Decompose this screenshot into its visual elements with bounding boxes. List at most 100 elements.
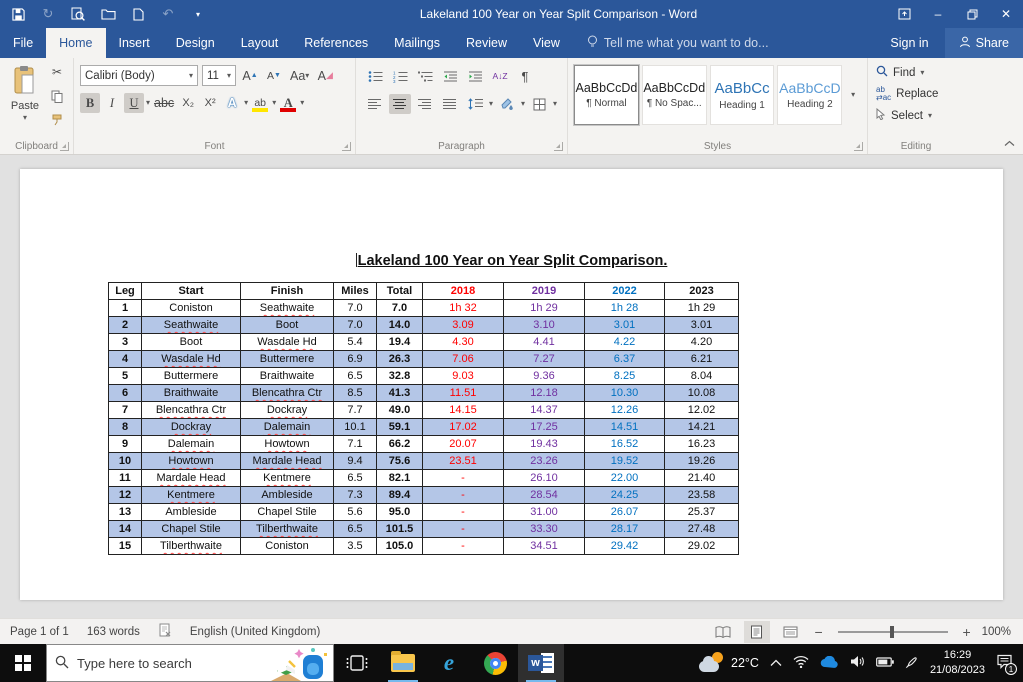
table-cell[interactable]: 19.4	[377, 334, 423, 351]
table-cell[interactable]: 21.40	[665, 470, 739, 487]
table-cell[interactable]: 5.6	[334, 504, 377, 521]
table-cell[interactable]: 11.51	[423, 385, 504, 402]
table-cell[interactable]: Kentmere	[142, 487, 241, 504]
zoom-level[interactable]: 100%	[982, 626, 1011, 638]
close-button[interactable]: ✕	[989, 0, 1023, 28]
table-cell[interactable]: 95.0	[377, 504, 423, 521]
table-cell[interactable]: 16.23	[665, 436, 739, 453]
col-header-2023[interactable]: 2023	[665, 283, 739, 300]
ribbon-display-options-button[interactable]	[887, 0, 921, 28]
table-cell[interactable]: 15	[109, 538, 142, 555]
table-cell[interactable]: 1	[109, 300, 142, 317]
battery-icon[interactable]	[876, 656, 894, 670]
table-cell[interactable]: 3.01	[665, 317, 739, 334]
table-cell[interactable]: 11	[109, 470, 142, 487]
styles-more-button[interactable]: ▾	[845, 65, 861, 125]
tab-design[interactable]: Design	[163, 28, 228, 58]
table-cell[interactable]: 3.09	[423, 317, 504, 334]
table-cell[interactable]: Dockray	[142, 419, 241, 436]
table-cell[interactable]: 3.5	[334, 538, 377, 555]
table-cell[interactable]: 19.52	[585, 453, 665, 470]
table-cell[interactable]: 12.02	[665, 402, 739, 419]
table-cell[interactable]: Boot	[241, 317, 334, 334]
col-header-finish[interactable]: Finish	[241, 283, 334, 300]
table-cell[interactable]: 75.6	[377, 453, 423, 470]
table-cell[interactable]: 6.5	[334, 470, 377, 487]
superscript-button[interactable]: X²	[200, 93, 220, 113]
table-cell[interactable]: 17.02	[423, 419, 504, 436]
table-cell[interactable]: -	[423, 538, 504, 555]
table-cell[interactable]: 16.52	[585, 436, 665, 453]
table-cell[interactable]: 6.37	[585, 351, 665, 368]
shading-icon[interactable]	[496, 94, 518, 114]
text-effects-button[interactable]: A	[222, 93, 242, 113]
table-cell[interactable]: 2	[109, 317, 142, 334]
table-cell[interactable]: -	[423, 504, 504, 521]
table-cell[interactable]: Dalemain	[142, 436, 241, 453]
table-cell[interactable]: 29.42	[585, 538, 665, 555]
table-cell[interactable]: 24.25	[585, 487, 665, 504]
col-header-total[interactable]: Total	[377, 283, 423, 300]
internet-explorer-button[interactable]: e	[426, 644, 472, 682]
align-center-icon[interactable]	[389, 94, 411, 114]
table-cell[interactable]: Wasdale Hd	[142, 351, 241, 368]
italic-button[interactable]: I	[102, 93, 122, 113]
tab-review[interactable]: Review	[453, 28, 520, 58]
table-cell[interactable]: 41.3	[377, 385, 423, 402]
table-cell[interactable]: 25.37	[665, 504, 739, 521]
font-size-select[interactable]: 11 ▾	[202, 65, 236, 86]
table-cell[interactable]: 10.1	[334, 419, 377, 436]
col-header-miles[interactable]: Miles	[334, 283, 377, 300]
chrome-button[interactable]	[472, 644, 518, 682]
tab-insert[interactable]: Insert	[106, 28, 163, 58]
table-cell[interactable]: Blencathra Ctr	[241, 385, 334, 402]
table-cell[interactable]: 6	[109, 385, 142, 402]
zoom-slider-thumb[interactable]	[890, 626, 894, 638]
volume-icon[interactable]	[850, 655, 865, 671]
style-no-spacing[interactable]: AaBbCcDd ¶ No Spac...	[642, 65, 707, 125]
table-cell[interactable]: 26.10	[504, 470, 585, 487]
decrease-indent-icon[interactable]	[439, 66, 461, 86]
tab-references[interactable]: References	[291, 28, 381, 58]
font-color-caret-icon[interactable]: ▾	[300, 99, 304, 107]
font-color-button[interactable]: A	[278, 93, 298, 113]
table-cell[interactable]: 14	[109, 521, 142, 538]
onedrive-icon[interactable]	[820, 656, 839, 671]
col-header-start[interactable]: Start	[142, 283, 241, 300]
shrink-font-button[interactable]: A▼	[264, 66, 284, 86]
col-header-2018[interactable]: 2018	[423, 283, 504, 300]
subscript-button[interactable]: X₂	[178, 93, 198, 113]
align-right-icon[interactable]	[414, 94, 436, 114]
document-title[interactable]: Lakeland 100 Year on Year Split Comparis…	[20, 253, 1003, 269]
table-cell[interactable]: 9	[109, 436, 142, 453]
table-cell[interactable]: 7.0	[334, 300, 377, 317]
sign-in-button[interactable]: Sign in	[874, 36, 944, 50]
table-cell[interactable]: 31.00	[504, 504, 585, 521]
table-cell[interactable]: 19.43	[504, 436, 585, 453]
change-case-button[interactable]: Aa▾	[288, 66, 311, 86]
table-cell[interactable]: 6.5	[334, 521, 377, 538]
table-cell[interactable]: Buttermere	[241, 351, 334, 368]
table-cell[interactable]: Dalemain	[241, 419, 334, 436]
minimize-button[interactable]: –	[921, 0, 955, 28]
qat-customize-icon[interactable]: ▾	[190, 6, 206, 22]
open-folder-icon[interactable]	[100, 6, 116, 22]
table-cell[interactable]: Coniston	[142, 300, 241, 317]
align-left-icon[interactable]	[364, 94, 386, 114]
table-cell[interactable]: 10.08	[665, 385, 739, 402]
table-cell[interactable]: 12.26	[585, 402, 665, 419]
table-cell[interactable]: Braithwaite	[241, 368, 334, 385]
table-cell[interactable]: Ambleside	[241, 487, 334, 504]
table-cell[interactable]: 14.37	[504, 402, 585, 419]
text-effects-caret-icon[interactable]: ▾	[244, 99, 248, 107]
table-cell[interactable]: 29.02	[665, 538, 739, 555]
table-cell[interactable]: 17.25	[504, 419, 585, 436]
table-cell[interactable]: Chapel Stile	[241, 504, 334, 521]
table-cell[interactable]: 14.21	[665, 419, 739, 436]
bullets-icon[interactable]	[364, 66, 386, 86]
table-cell[interactable]: Dockray	[241, 402, 334, 419]
wifi-icon[interactable]	[793, 655, 809, 671]
grow-font-button[interactable]: A▲	[240, 66, 260, 86]
find-button[interactable]: Find ▾	[872, 62, 960, 83]
table-cell[interactable]: Blencathra Ctr	[142, 402, 241, 419]
